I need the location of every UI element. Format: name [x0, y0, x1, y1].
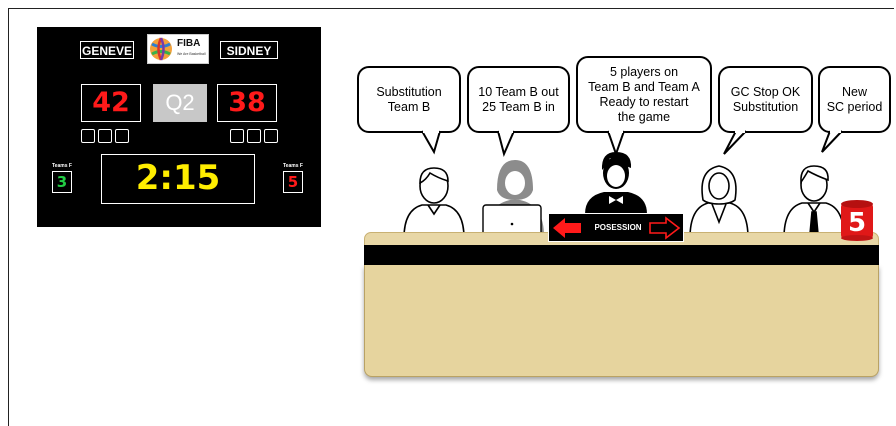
possession-label: POSESSION: [594, 223, 642, 232]
officials-table-band: [364, 245, 879, 265]
man-tie-icon: [783, 165, 845, 240]
woman-laptop-icon: [482, 160, 544, 242]
bubble-tail: [607, 130, 625, 158]
shot-clock-value: 5: [847, 208, 867, 238]
person-icon: [403, 167, 465, 239]
speech-bubble-timekeeper: 5 players on Team B and Team A Ready to …: [576, 56, 712, 133]
officials-table-front: [364, 265, 879, 377]
bubble-tail: [723, 130, 747, 155]
bubble-tail: [821, 130, 843, 153]
speech-bubble-game-clock-operator: GC Stop OK Substitution: [718, 66, 813, 133]
person-bowtie-icon: [585, 152, 647, 214]
possession-indicator: POSESSION: [548, 213, 684, 242]
speech-bubble-shot-clock-operator: New SC period: [818, 66, 891, 133]
shot-clock: 5: [840, 199, 874, 241]
arrow-right-icon: [649, 216, 681, 240]
woman-icon: [689, 165, 749, 239]
speech-bubble-scorer: Substitution Team B: [357, 66, 461, 133]
arrow-left-icon: [553, 218, 581, 238]
bubble-tail: [497, 130, 515, 158]
bubble-tail: [421, 130, 441, 155]
speech-bubble-assistant-scorer: 10 Team B out 25 Team B in: [467, 66, 570, 133]
